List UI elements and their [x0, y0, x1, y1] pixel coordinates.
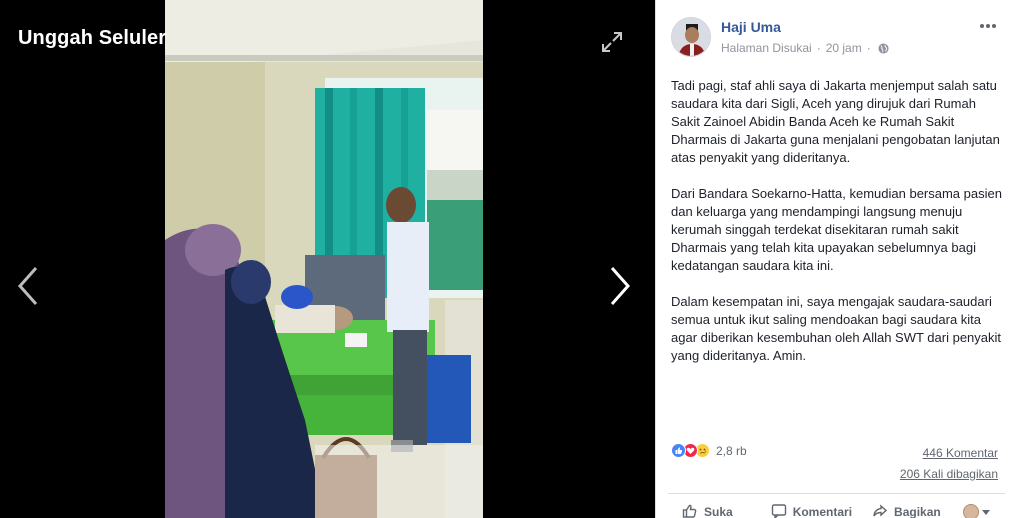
- like-reaction-icon: [671, 443, 686, 458]
- post-actions: Suka Komentari Bagikan: [668, 500, 1008, 518]
- post-time[interactable]: 20 jam: [826, 41, 862, 55]
- page-status[interactable]: Halaman Disukai: [721, 41, 812, 55]
- caret-down-icon: [981, 509, 990, 515]
- post-meta: Halaman Disukai · 20 jam ·: [721, 41, 889, 55]
- post-paragraph: Dalam kesempatan ini, saya mengajak saud…: [671, 294, 1002, 363]
- meta-separator: ·: [866, 41, 871, 55]
- like-button[interactable]: Suka: [682, 503, 733, 518]
- photo-viewer: Unggah Seluler: [0, 0, 655, 518]
- post-paragraph: Dari Bandara Soekarno-Hatta, kemudian be…: [671, 186, 1002, 273]
- more-options-icon[interactable]: [978, 18, 998, 34]
- globe-icon[interactable]: [878, 42, 889, 54]
- avatar[interactable]: [671, 17, 711, 57]
- post-paragraph: Tadi pagi, staf ahli saya di Jakarta men…: [671, 78, 1000, 165]
- share-icon: [872, 503, 888, 518]
- thumbs-up-icon: [682, 503, 698, 518]
- divider: [668, 493, 1005, 494]
- post-photo[interactable]: [165, 0, 483, 518]
- comments-count-link[interactable]: 446 Komentar: [923, 446, 998, 460]
- chevron-right-icon[interactable]: [608, 266, 632, 306]
- chevron-left-icon[interactable]: [16, 266, 40, 306]
- like-label: Suka: [704, 505, 733, 518]
- share-button[interactable]: Bagikan: [872, 503, 941, 518]
- page-name[interactable]: Haji Uma: [721, 19, 781, 35]
- avatar: [962, 504, 979, 518]
- reactions-summary[interactable]: 2,8 rb: [671, 443, 747, 458]
- shares-count-link[interactable]: 206 Kali dibagikan: [900, 467, 998, 481]
- post-as-selector[interactable]: [962, 504, 990, 518]
- post-sidebar: Haji Uma Halaman Disukai · 20 jam · Tadi…: [655, 0, 1017, 518]
- album-title[interactable]: Unggah Seluler: [18, 27, 166, 50]
- share-label: Bagikan: [894, 505, 941, 518]
- comment-icon: [771, 503, 787, 518]
- comment-button[interactable]: Komentari: [771, 503, 852, 518]
- reaction-count: 2,8 rb: [716, 443, 747, 458]
- post-text: Tadi pagi, staf ahli saya di Jakarta men…: [671, 77, 1003, 383]
- comment-label: Komentari: [792, 505, 853, 518]
- meta-separator: ·: [816, 41, 821, 55]
- expand-icon[interactable]: [600, 30, 624, 54]
